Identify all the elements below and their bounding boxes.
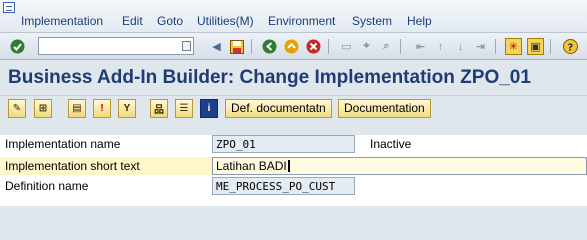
- enter-icon[interactable]: [9, 38, 26, 55]
- command-history-icon[interactable]: [182, 41, 191, 51]
- help-icon[interactable]: ?: [562, 38, 579, 55]
- definition-name-label: Definition name: [5, 179, 89, 193]
- display-change-icon[interactable]: ✎: [8, 99, 26, 118]
- find-icon[interactable]: ⌖: [358, 38, 375, 55]
- command-field[interactable]: [38, 37, 194, 55]
- short-text-value: Latihan BADI: [216, 159, 287, 173]
- menu-help[interactable]: Help: [407, 14, 432, 28]
- menu-utilities[interactable]: Utilities(M): [197, 14, 254, 28]
- text-cursor: [287, 160, 290, 172]
- system-menu-icon[interactable]: [3, 2, 15, 13]
- info-icon[interactable]: i: [200, 99, 218, 118]
- stack-icon[interactable]: ☰: [175, 99, 193, 118]
- title-bar: Business Add-In Builder: Change Implemen…: [0, 61, 587, 93]
- definition-name-field[interactable]: ME_PROCESS_PO_CUST: [212, 177, 355, 195]
- implementation-form: Implementation name ZPO_01 Inactive Impl…: [0, 135, 587, 206]
- find-next-icon[interactable]: ⌕: [378, 38, 395, 55]
- menu-system[interactable]: System: [352, 14, 392, 28]
- activate-icon[interactable]: ⊞: [34, 99, 52, 118]
- svg-text:?: ?: [568, 43, 574, 54]
- filter-icon[interactable]: Y: [118, 99, 136, 118]
- last-page-icon[interactable]: ⇥: [472, 38, 489, 55]
- menu-implementation[interactable]: Implementation: [21, 14, 103, 28]
- row-implementation-name: Implementation name ZPO_01 Inactive: [0, 135, 587, 153]
- standard-toolbar: ◀ ▭ ⌖ ⌕ ⇤ ↑ ↓ ⇥ ✳ ▣ ?: [0, 33, 587, 60]
- print-icon[interactable]: ▭: [338, 38, 355, 55]
- check-icon[interactable]: !: [93, 99, 111, 118]
- hierarchy-icon[interactable]: 品: [150, 99, 168, 118]
- short-text-label: Implementation short text: [5, 159, 140, 173]
- create-session-icon[interactable]: ✳: [505, 38, 522, 55]
- implementation-name-label: Implementation name: [5, 137, 121, 151]
- next-page-icon[interactable]: ↓: [452, 38, 469, 55]
- save-icon[interactable]: [228, 38, 245, 55]
- documentation-button[interactable]: Documentation: [338, 99, 431, 118]
- row-short-text: Implementation short text Latihan BADI: [0, 157, 587, 175]
- object-list-icon[interactable]: ▤: [68, 99, 86, 118]
- menu-edit[interactable]: Edit: [122, 14, 143, 28]
- row-definition-name: Definition name ME_PROCESS_PO_CUST: [0, 177, 587, 195]
- menu-goto[interactable]: Goto: [157, 14, 183, 28]
- status-text: Inactive: [370, 137, 412, 151]
- implementation-name-field[interactable]: ZPO_01: [212, 135, 355, 153]
- menu-bar: Implementation Edit Goto Utilities(M) En…: [0, 0, 587, 33]
- application-toolbar: ✎ ⊞ ▤ ! Y 品 ☰ i Def. documentatn Documen…: [0, 95, 587, 122]
- def-documentation-button[interactable]: Def. documentatn: [225, 99, 332, 118]
- previous-page-icon[interactable]: ↑: [432, 38, 449, 55]
- short-text-input[interactable]: Latihan BADI: [212, 157, 587, 175]
- first-page-icon[interactable]: ⇤: [412, 38, 429, 55]
- page-title: Business Add-In Builder: Change Implemen…: [8, 67, 531, 88]
- exit-icon[interactable]: [283, 38, 300, 55]
- collapse-icon[interactable]: ◀: [208, 38, 225, 55]
- sap-window: Implementation Edit Goto Utilities(M) En…: [0, 0, 587, 206]
- cancel-icon[interactable]: [305, 38, 322, 55]
- back-icon[interactable]: [261, 38, 278, 55]
- menu-environment[interactable]: Environment: [268, 14, 335, 28]
- shortcut-icon[interactable]: ▣: [527, 38, 544, 55]
